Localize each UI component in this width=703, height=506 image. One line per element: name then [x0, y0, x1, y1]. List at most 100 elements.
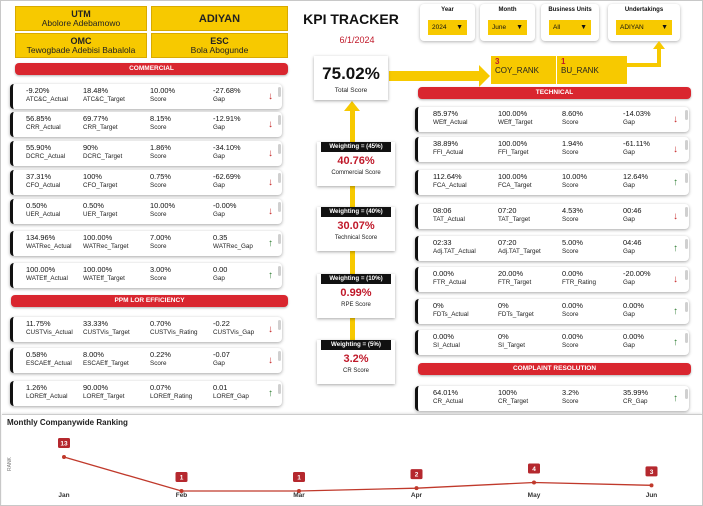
kpi-metric-label: WATRec_Target	[83, 242, 129, 250]
data-label: 2	[415, 472, 419, 479]
kpi-metric: 02:33 Adj.TAT_Actual	[433, 238, 476, 256]
kpi-metric-label: CR_Gap	[623, 397, 648, 405]
card-scrollbar[interactable]	[685, 207, 688, 217]
card-scrollbar[interactable]	[685, 140, 688, 150]
kpi-metric: 0.07% LOREff_Rating	[150, 383, 192, 401]
kpi-metric-label: ATC&C_Actual	[26, 95, 68, 103]
card-scrollbar[interactable]	[685, 110, 688, 120]
card-scrollbar[interactable]	[278, 351, 281, 361]
kpi-metric: -0.00% Gap	[213, 201, 236, 219]
kpi-metric: 18.48% ATC&C_Target	[83, 86, 125, 104]
card-scrollbar[interactable]	[685, 389, 688, 399]
kpi-metric-label: CUSTVis_Rating	[150, 328, 198, 336]
x-tick-label: Mar	[293, 492, 305, 499]
kpi-metric-value: 02:33	[433, 238, 452, 247]
kpi-metric-label: UER_Actual	[26, 210, 61, 218]
data-point[interactable]	[649, 483, 654, 488]
arrow-up-icon: ↑	[673, 393, 678, 404]
kpi-metric-value: 1.86%	[150, 143, 171, 152]
kpi-metric-label: Gap	[213, 210, 225, 218]
kpi-metric-value: 12.64%	[623, 172, 649, 181]
kpi-card: 1.26% LOREff_Actual 90.00% LOREff_Target 0.0…	[10, 381, 282, 406]
series-line	[63, 456, 652, 492]
kpi-metric: 100.00% WATEff_Target	[83, 265, 125, 283]
kpi-metric-value: 07:20	[498, 238, 517, 247]
card-scrollbar[interactable]	[685, 302, 688, 312]
data-point[interactable]	[414, 486, 419, 491]
kpi-metric-label: WATRec_Actual	[26, 242, 72, 250]
kpi-metric: 100.00% FFI_Target	[498, 139, 528, 157]
weight-rpe-header: Weighting = (10%)	[321, 274, 391, 284]
kpi-metric-value: 100.00%	[83, 265, 113, 274]
kpi-metric: 3.2% Score	[562, 388, 579, 406]
kpi-card: 11.75% CUSTVis_Actual 33.33% CUSTVis_Target…	[10, 317, 282, 342]
card-scrollbar[interactable]	[685, 239, 688, 249]
kpi-metric-value: 00:46	[623, 206, 642, 215]
kpi-metric-value: 90.00%	[83, 383, 109, 392]
kpi-metric: 69.77% CRR_Target	[83, 114, 118, 132]
card-scrollbar[interactable]	[278, 266, 281, 276]
kpi-metric: 07:20 TAT_Target	[498, 206, 530, 224]
kpi-metric-label: CR_Actual	[433, 397, 464, 405]
bu-rank-label: BU_RANK	[561, 66, 599, 75]
kpi-metric-label: TAT_Target	[498, 215, 530, 223]
kpi-metric-value: 69.77%	[83, 114, 109, 123]
weight-cr-header: Weighting = (5%)	[321, 340, 391, 350]
card-scrollbar[interactable]	[278, 173, 281, 183]
kpi-metric-value: 3.2%	[562, 388, 579, 397]
kpi-metric-label: WEff_Target	[498, 118, 533, 126]
kpi-metric-label: DCRC_Actual	[26, 152, 66, 160]
kpi-metric-label: FFI_Actual	[433, 148, 464, 156]
kpi-metric: -61.11% Gap	[623, 139, 650, 157]
arrow-down-icon: ↓	[268, 206, 273, 217]
kpi-metric-label: Score	[562, 310, 579, 318]
weight-cr-label: CR Score	[342, 368, 369, 374]
card-scrollbar[interactable]	[685, 270, 688, 280]
section-complaint: COMPLAINT RESOLUTION	[418, 363, 691, 375]
kpi-card: 0% FDTs_Actual 0% FDTs_Target 0.00% Score 0.00…	[415, 299, 689, 324]
ranking-chart-panel: Monthly Companywide Ranking RANK 13 Jan 1 Fe…	[2, 414, 702, 505]
card-scrollbar[interactable]	[278, 115, 281, 125]
kpi-card: 02:33 Adj.TAT_Actual 07:20 Adj.TAT_Target 5.…	[415, 236, 689, 261]
weight-rpe-label: RPE Score	[341, 302, 371, 308]
kpi-metric-value: -12.91%	[213, 114, 241, 123]
card-scrollbar[interactable]	[278, 87, 281, 97]
kpi-metric-value: 1.94%	[562, 139, 583, 148]
kpi-metric-value: 0.00%	[623, 301, 644, 310]
kpi-metric-label: WEff_Actual	[433, 118, 468, 126]
kpi-metric-value: 0%	[433, 301, 444, 310]
kpi-metric: -62.69% Gap	[213, 172, 241, 190]
kpi-metric-value: 0.50%	[83, 201, 104, 210]
kpi-metric-value: 3.00%	[150, 265, 171, 274]
card-scrollbar[interactable]	[278, 234, 281, 244]
kpi-card: 55.90% DCRC_Actual 90% DCRC_Target 1.86% Scor…	[10, 141, 282, 166]
total-score-card: 75.02% Total Score	[314, 56, 388, 100]
kpi-metric-label: Score	[562, 397, 579, 405]
card-scrollbar[interactable]	[685, 333, 688, 343]
kpi-metric: 90% DCRC_Target	[83, 143, 122, 161]
card-scrollbar[interactable]	[278, 384, 281, 394]
card-scrollbar[interactable]	[278, 320, 281, 330]
data-point[interactable]	[532, 480, 536, 485]
coy-rank-value: 3	[495, 57, 500, 66]
card-scrollbar[interactable]	[685, 173, 688, 183]
kpi-metric-value: 1.26%	[26, 383, 47, 392]
kpi-metric-value: 7.00%	[150, 233, 171, 242]
kpi-metric-label: SI_Target	[498, 341, 525, 349]
kpi-metric-label: LOREff_Gap	[213, 392, 249, 400]
kpi-metric: 35.99% CR_Gap	[623, 388, 648, 406]
data-point[interactable]	[62, 455, 66, 459]
bu-rank-value: 1	[561, 57, 566, 66]
section-commercial: COMMERCIAL	[15, 63, 288, 75]
kpi-metric-label: Score	[562, 215, 579, 223]
kpi-metric-label: SI_Actual	[433, 341, 460, 349]
card-scrollbar[interactable]	[278, 202, 281, 212]
kpi-metric-label: Score	[562, 148, 579, 156]
x-tick-label: Jun	[646, 492, 658, 499]
card-scrollbar[interactable]	[278, 144, 281, 154]
kpi-metric: -27.68% Gap	[213, 86, 241, 104]
kpi-metric-value: 100.00%	[83, 233, 113, 242]
kpi-metric: 04:46 Gap	[623, 238, 642, 256]
kpi-metric-value: 0%	[498, 301, 509, 310]
kpi-metric: 3.00% Score	[150, 265, 171, 283]
